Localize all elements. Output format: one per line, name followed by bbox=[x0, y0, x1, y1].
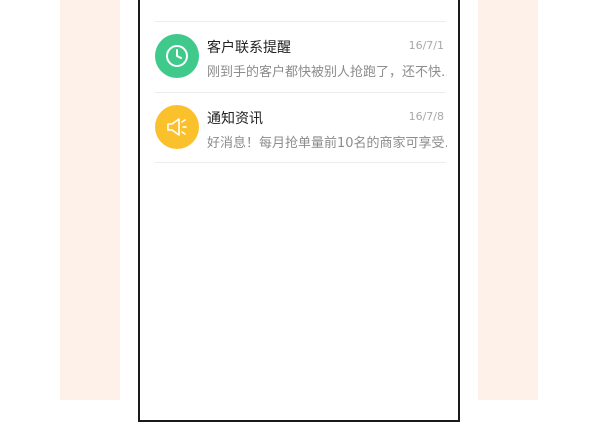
left-background-panel bbox=[60, 0, 120, 400]
phone-screen: 客户联系提醒 16/7/1 刚到手的客户都快被别人抢跑了，还不快… 通知资讯 1… bbox=[138, 0, 460, 422]
notification-avatar bbox=[155, 105, 199, 149]
megaphone-icon bbox=[167, 118, 187, 136]
clock-icon bbox=[166, 45, 188, 67]
message-preview: 好消息！每月抢单量前10名的商家可享受… bbox=[207, 136, 447, 151]
contact-reminder-avatar bbox=[155, 34, 199, 78]
list-divider bbox=[155, 162, 446, 163]
message-title: 通知资讯 bbox=[207, 111, 263, 127]
message-date: 16/7/1 bbox=[408, 39, 444, 52]
message-preview: 刚到手的客户都快被别人抢跑了，还不快… bbox=[207, 65, 447, 80]
message-date: 16/7/8 bbox=[408, 110, 444, 123]
message-item-notification[interactable]: 通知资讯 16/7/8 好消息！每月抢单量前10名的商家可享受… bbox=[140, 93, 458, 163]
message-title: 客户联系提醒 bbox=[207, 40, 291, 56]
right-background-panel bbox=[478, 0, 538, 400]
message-item-contact-reminder[interactable]: 客户联系提醒 16/7/1 刚到手的客户都快被别人抢跑了，还不快… bbox=[140, 22, 458, 92]
